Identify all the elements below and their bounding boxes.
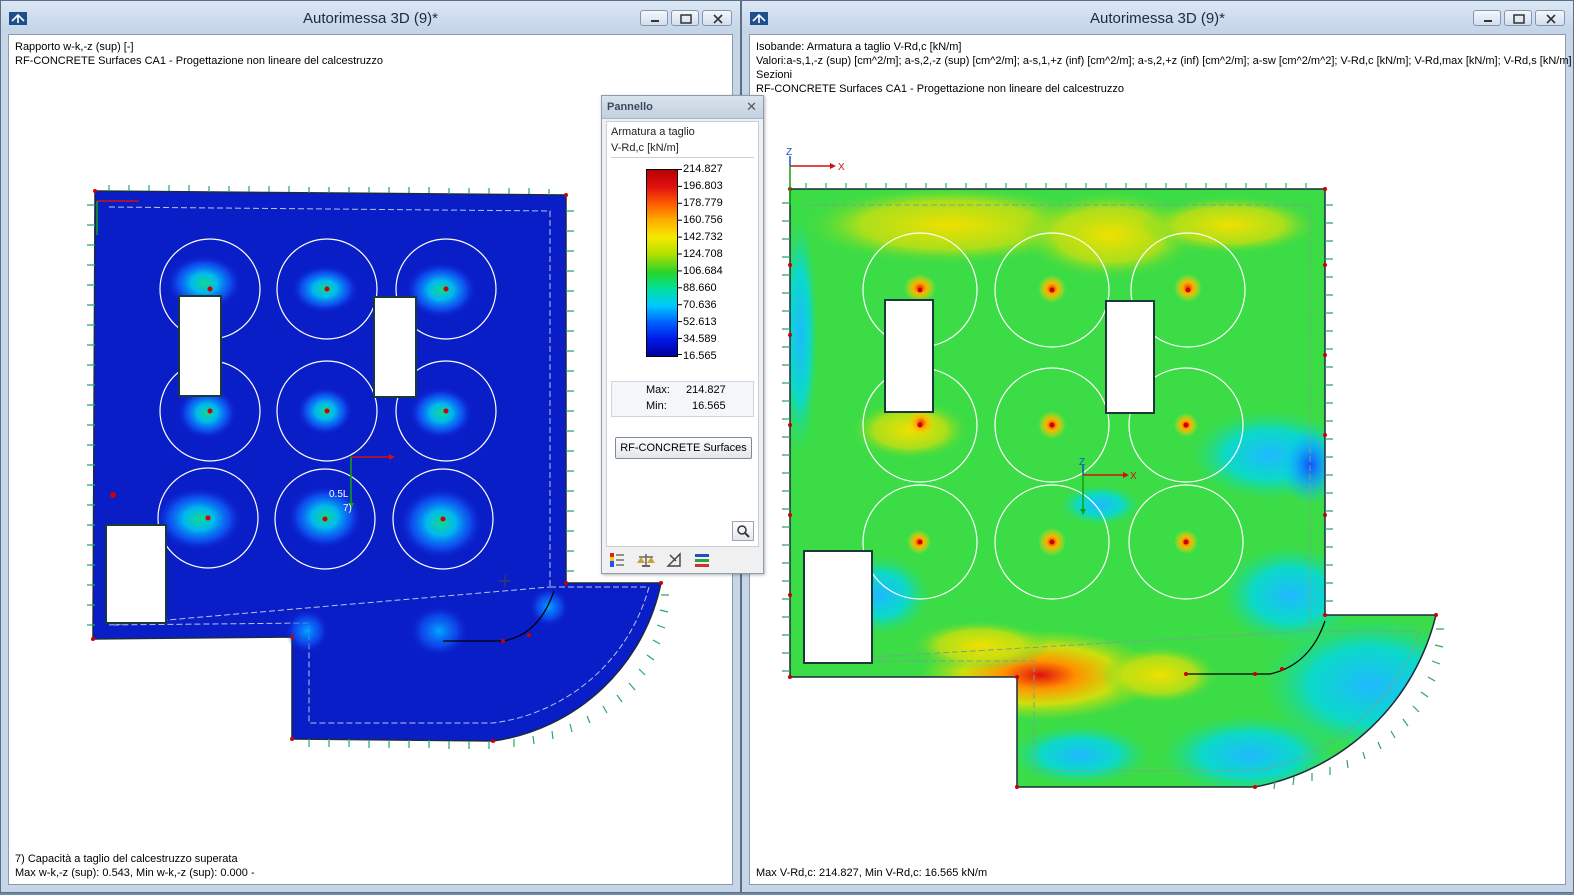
display-bars-icon [695,554,709,567]
legend-value: 52.613 [683,316,717,328]
legend-value: 16.565 [683,350,717,362]
legend-value: 106.684 [683,265,723,277]
max-min-box: Max: 214.827 Min: 16.565 [611,381,754,417]
minimize-icon [1484,20,1492,22]
legend-values: 214.827 196.803 178.779 160.756 142.732 … [683,162,753,366]
panel-subheading: V-Rd,c [kN/m] [611,142,679,154]
legend-value: 142.732 [683,231,723,243]
x-axis-label: X [1130,471,1137,482]
z-axis-label: Z [786,147,792,158]
right-viewport[interactable]: Isobande: Armatura a taglio V-Rd,c [kN/m… [749,34,1572,886]
right-model-canvas[interactable]: X Z X Z [750,35,1567,886]
panel-heading: Armatura a taglio [611,126,695,138]
max-label: Max: [646,384,670,396]
right-footer-text: Max V-Rd,c: 214.827, Min V-Rd,c: 16.565 … [756,867,988,879]
divider [611,157,754,158]
min-row: Min: 16.565 [612,400,753,416]
minimize-icon [651,20,659,22]
rf-concrete-surfaces-button[interactable]: RF-CONCRETE Surfaces [615,437,752,459]
minimize-button[interactable] [1473,10,1501,26]
max-value: 214.827 [686,384,726,396]
legend-panel[interactable]: Pannello ✕ Armatura a taglio V-Rd,c [kN/… [601,95,764,574]
note-label: 7) [343,503,352,514]
color-scale-icon [610,553,624,567]
left-footer-text: 7) Capacità a taglio del calcestruzzo su… [15,852,255,880]
triangle-ruler-icon [666,552,681,567]
panel-tabs [606,551,714,569]
left-window-title: Autorimessa 3D (9)* [302,10,439,27]
model-label: 0.5L [329,489,349,500]
max-row: Max: 214.827 [612,384,753,400]
panel-title-bar[interactable]: Pannello ✕ [602,96,763,119]
right-window-title: Autorimessa 3D (9)* [1089,10,1226,27]
close-button[interactable] [1535,10,1565,26]
x-axis-label: X [838,162,845,173]
min-value: 16.565 [692,400,726,412]
tab-color-scale[interactable] [606,551,630,569]
legend-value: 124.708 [683,248,723,260]
z-axis-label: Z [1079,457,1085,468]
legend-value: 178.779 [683,197,723,209]
maximize-icon [1513,14,1525,24]
min-label: Min: [646,400,667,412]
maximize-button[interactable] [671,10,699,26]
close-icon [713,14,723,24]
footer-line: Max w-k,-z (sup): 0.543, Min w-k,-z (sup… [15,867,255,879]
color-scale-bar [646,169,678,357]
balance-icon [637,554,655,567]
legend-value: 70.636 [683,299,717,311]
maximize-button[interactable] [1504,10,1532,26]
panel-title: Pannello [607,101,653,113]
tab-display[interactable] [690,551,714,569]
close-icon [1546,14,1556,24]
magnifier-icon [737,525,750,538]
legend-value: 88.660 [683,282,717,294]
footer-line: 7) Capacità a taglio del calcestruzzo su… [15,853,238,865]
legend-value: 196.803 [683,180,723,192]
maximize-icon [680,14,692,24]
tab-factors[interactable] [634,551,658,569]
legend-value: 160.756 [683,214,723,226]
isoband-field [790,189,1436,787]
zoom-button[interactable] [732,521,754,541]
tab-deformation[interactable] [662,551,686,569]
legend-value: 214.827 [683,163,723,175]
panel-body: Armatura a taglio V-Rd,c [kN/m] 214.827 … [606,121,759,547]
close-button[interactable] [702,10,732,26]
right-view-window[interactable]: Autorimessa 3D (9)* Isobande: Armatura a… [741,0,1574,893]
minimize-button[interactable] [640,10,668,26]
panel-close-icon[interactable]: ✕ [746,96,757,118]
left-title-bar[interactable]: Autorimessa 3D (9)* [1,1,740,33]
right-title-bar[interactable]: Autorimessa 3D (9)* [742,1,1573,33]
legend-value: 34.589 [683,333,717,345]
